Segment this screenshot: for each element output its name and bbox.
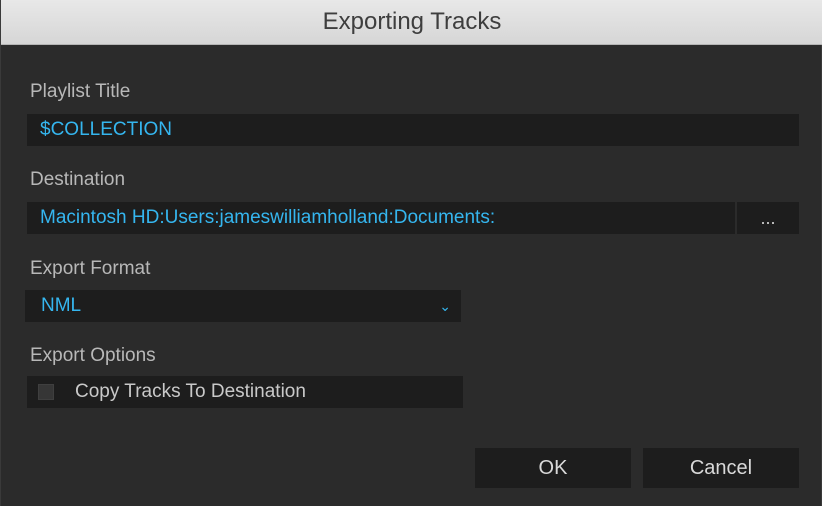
playlist-title-label: Playlist Title (30, 81, 131, 102)
export-dialog: Exporting Tracks Playlist Title $COLLECT… (0, 0, 822, 506)
export-format-select[interactable]: NML ⌄ (25, 290, 461, 322)
copy-tracks-label: Copy Tracks To Destination (75, 381, 306, 402)
destination-input[interactable]: Macintosh HD:Users:jameswilliamholland:D… (27, 202, 735, 234)
export-options-label: Export Options (30, 345, 156, 366)
chevron-down-icon: ⌄ (439, 298, 451, 314)
copy-tracks-option[interactable]: Copy Tracks To Destination (27, 376, 463, 408)
cancel-button[interactable]: Cancel (643, 448, 799, 488)
copy-tracks-checkbox[interactable] (38, 384, 54, 400)
dialog-title: Exporting Tracks (1, 0, 822, 45)
ok-button[interactable]: OK (475, 448, 631, 488)
browse-destination-button[interactable]: ... (737, 202, 799, 234)
destination-value: Macintosh HD:Users:jameswilliamholland:D… (40, 207, 496, 228)
destination-label: Destination (30, 169, 126, 190)
playlist-title-input[interactable]: $COLLECTION (27, 114, 799, 146)
export-format-value: NML (41, 295, 82, 316)
playlist-title-value: $COLLECTION (40, 119, 172, 140)
export-format-label: Export Format (30, 258, 151, 279)
